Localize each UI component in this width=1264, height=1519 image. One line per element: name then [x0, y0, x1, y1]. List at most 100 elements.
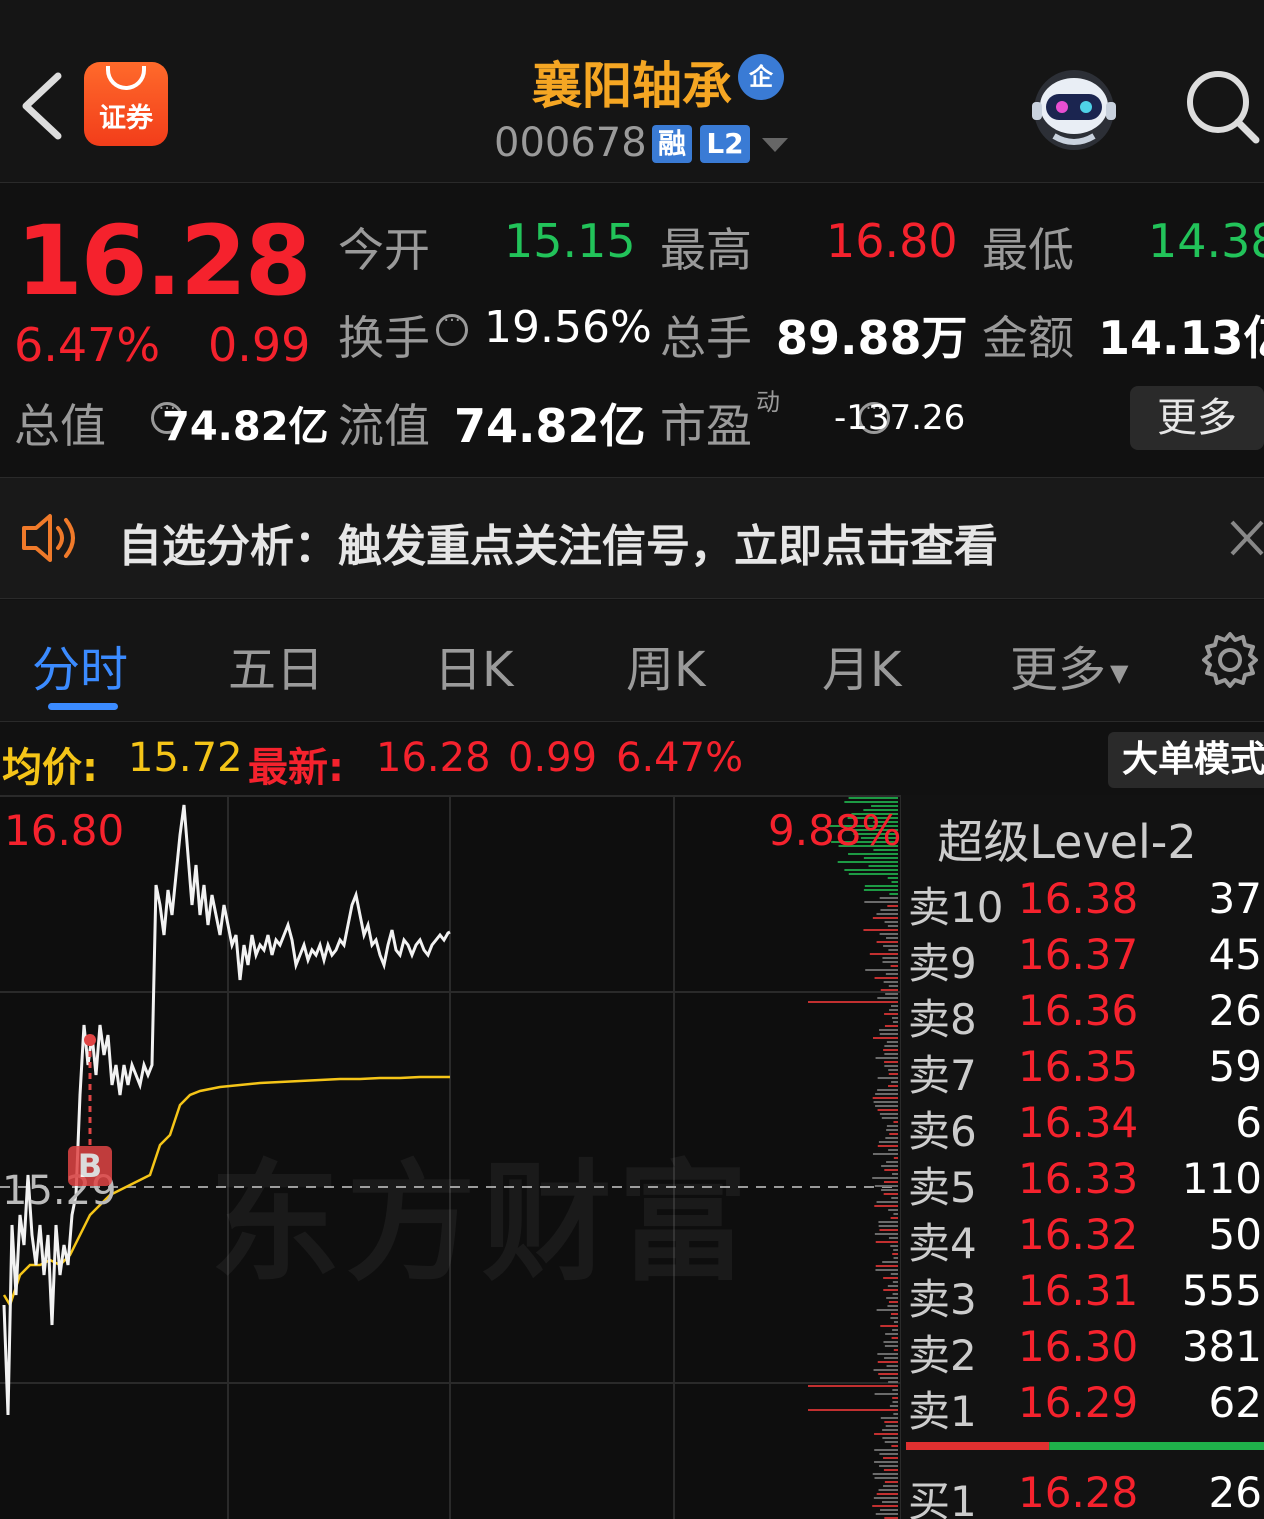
latest-price-label: 最新: [248, 745, 344, 791]
depth-bar [888, 1149, 898, 1151]
more-quote-button[interactable]: 更多 [1130, 386, 1264, 450]
depth-bar [879, 1229, 898, 1231]
depth-bar [888, 1073, 898, 1075]
ask-row[interactable]: 卖10 16.38 37 [908, 874, 1264, 932]
depth-bar [875, 1105, 898, 1107]
order-price: 16.37 [1018, 930, 1139, 979]
ask-row[interactable]: 卖5 16.33 110 [908, 1154, 1264, 1212]
bid-row[interactable]: 买1 16.28 26 [908, 1468, 1264, 1519]
ask-row[interactable]: 卖8 16.36 26 [908, 986, 1264, 1044]
depth-bar [837, 861, 898, 863]
depth-bar [877, 1361, 898, 1363]
depth-bar [886, 1297, 898, 1299]
depth-bar [886, 1125, 898, 1127]
tab-more-label: 更多 [1010, 642, 1107, 698]
depth-bar [892, 1293, 898, 1295]
depth-bar [893, 1213, 898, 1215]
notice-text[interactable]: 自选分析：触发重点关注信号，立即点击查看 [118, 510, 998, 574]
tab-daily-k[interactable]: 日K [434, 630, 513, 700]
code-dropdown-icon[interactable] [762, 138, 788, 152]
depth-bar [876, 1493, 898, 1495]
ask-row[interactable]: 卖3 16.31 555 [908, 1266, 1264, 1324]
buy-marker-dot [84, 1034, 96, 1046]
big-order-mode-button[interactable]: 大单模式 [1108, 732, 1264, 788]
depth-bar [876, 1201, 898, 1203]
order-level-label: 卖10 [908, 883, 1004, 932]
depth-bar [864, 901, 898, 903]
depth-bar [892, 1401, 898, 1403]
depth-bar [808, 1409, 898, 1411]
depth-bar [872, 1037, 898, 1039]
depth-bar [888, 1069, 898, 1071]
chart-high-label: 16.80 [4, 806, 125, 855]
depth-bar [884, 1013, 898, 1015]
depth-bar [891, 1197, 898, 1199]
tab-weekly-k[interactable]: 周K [626, 630, 705, 700]
depth-bar [892, 1281, 898, 1283]
depth-bar [874, 977, 898, 979]
ask-row[interactable]: 卖9 16.37 45 [908, 930, 1264, 988]
depth-bar [878, 1373, 898, 1375]
ask-row[interactable]: 卖2 16.30 381 [908, 1322, 1264, 1380]
depth-bar [891, 1081, 898, 1083]
ask-row[interactable]: 卖4 16.32 50 [908, 1210, 1264, 1268]
depth-bar [882, 961, 898, 963]
depth-bar [874, 1433, 898, 1435]
depth-bar [883, 1181, 898, 1183]
depth-bar [884, 1053, 898, 1055]
turnover-value: 19.56% [484, 302, 652, 353]
robot-assistant-icon[interactable] [1024, 62, 1124, 154]
depth-bar [878, 1225, 898, 1227]
margin-badge: 融 [652, 125, 692, 163]
depth-bar [892, 1397, 898, 1399]
order-volume: 59 [1208, 1042, 1262, 1091]
tab-five-day[interactable]: 五日 [228, 630, 324, 700]
order-volume: 45 [1208, 930, 1262, 979]
depth-bar [883, 1277, 898, 1279]
depth-bar [874, 1185, 898, 1187]
tab-monthly-k[interactable]: 月K [822, 630, 901, 700]
depth-bar [877, 1089, 898, 1091]
order-level-label: 卖7 [908, 1051, 977, 1100]
depth-bar [874, 1393, 898, 1395]
volume-value: 89.88万 [776, 311, 968, 365]
close-icon[interactable] [1228, 516, 1264, 560]
depth-bar [874, 1205, 898, 1207]
gear-icon[interactable] [1200, 630, 1260, 690]
mktcap-value: 74.82亿 [162, 404, 329, 450]
turnover-info-icon[interactable] [436, 310, 468, 346]
depth-bar [886, 1041, 898, 1043]
order-volume: 110 [1181, 1154, 1262, 1203]
depth-bar [874, 1449, 898, 1451]
tab-more[interactable]: 更多 ▼ [1010, 630, 1128, 700]
depth-bar [890, 965, 898, 967]
depth-bar [879, 1453, 898, 1455]
buy-marker-badge[interactable]: B [68, 1146, 112, 1186]
depth-bar [888, 1301, 898, 1303]
depth-bar [882, 957, 898, 959]
depth-bar [883, 945, 898, 947]
ask-row[interactable]: 卖7 16.35 59 [908, 1042, 1264, 1100]
depth-bar [893, 1349, 898, 1351]
depth-bar [877, 1145, 898, 1147]
depth-bar [887, 877, 898, 879]
search-icon[interactable] [1180, 64, 1262, 146]
depth-bar [883, 981, 898, 983]
order-price: 16.34 [1018, 1098, 1139, 1147]
depth-bar [884, 1061, 898, 1063]
high-value: 16.80 [826, 214, 958, 268]
order-volume: 381 [1181, 1322, 1262, 1371]
depth-bar [891, 1337, 898, 1339]
level2-title[interactable]: 超级Level-2 [900, 806, 1264, 872]
tab-active-indicator [48, 703, 118, 710]
depth-bar [879, 1465, 898, 1467]
ask-row[interactable]: 卖1 16.29 62 [908, 1378, 1264, 1436]
tab-intraday[interactable]: 分时 [32, 630, 128, 700]
depth-bar [885, 1333, 898, 1335]
depth-bar [883, 1289, 898, 1291]
depth-bar [885, 973, 898, 975]
amount-label: 金额 [982, 311, 1074, 365]
order-volume: 62 [1208, 1378, 1262, 1427]
depth-bar [872, 1177, 898, 1179]
ask-row[interactable]: 卖6 16.34 6 [908, 1098, 1264, 1156]
